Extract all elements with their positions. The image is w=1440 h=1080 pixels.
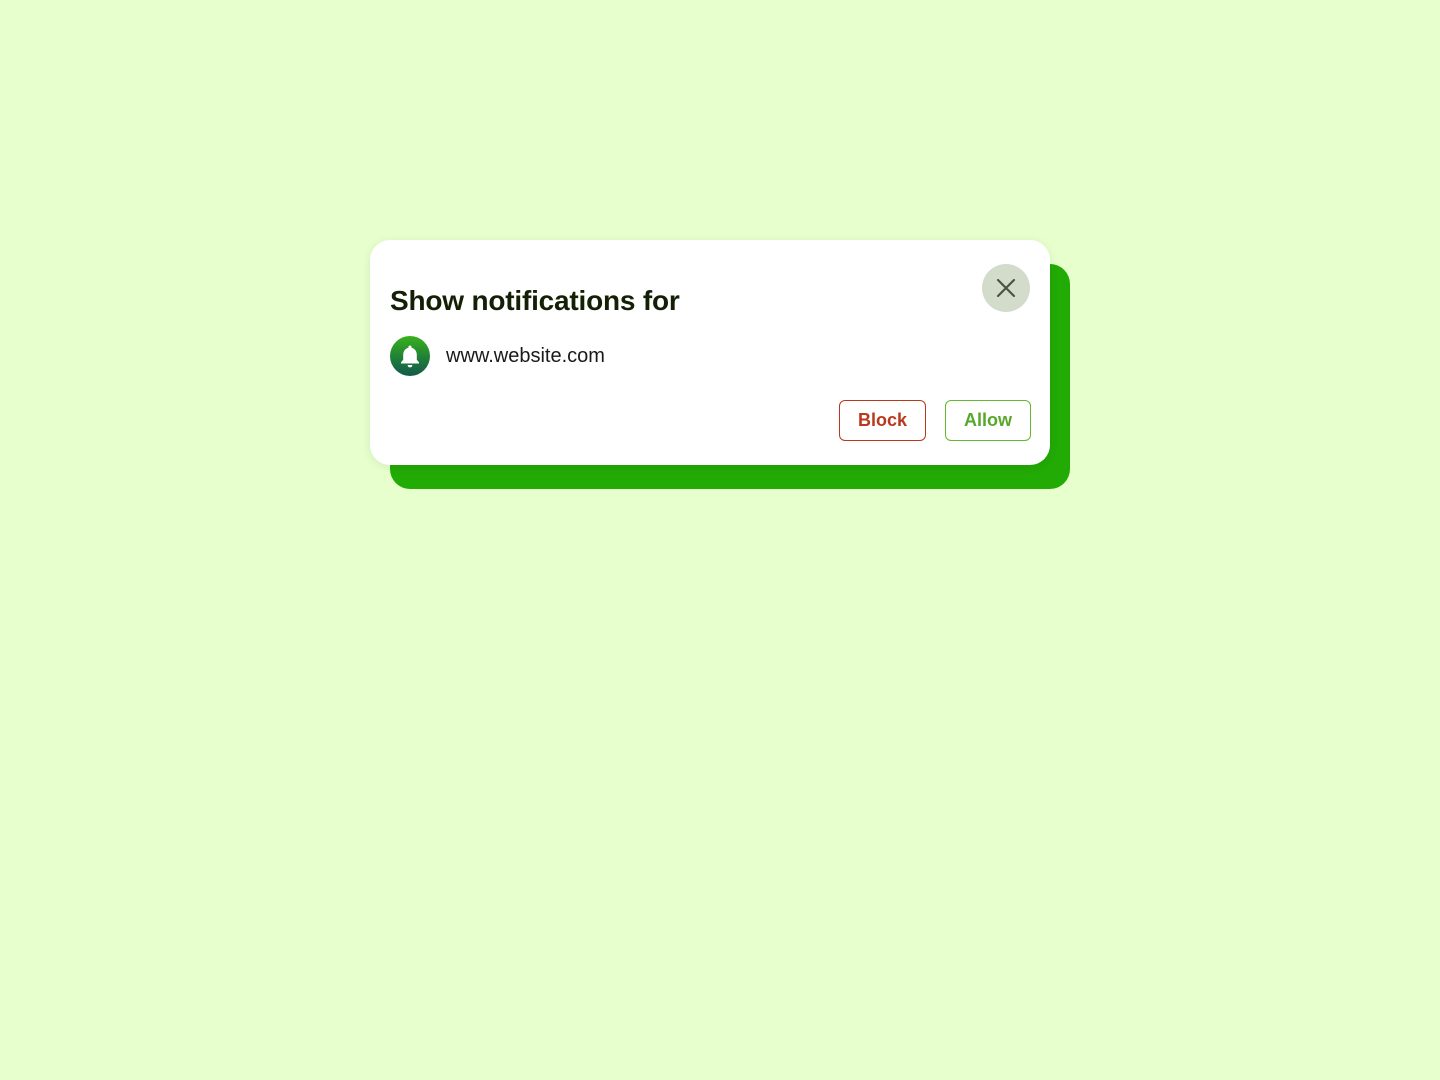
close-icon xyxy=(996,278,1016,298)
notification-permission-dialog: Show notifications for www.website.com B… xyxy=(370,240,1050,465)
close-button[interactable] xyxy=(982,264,1030,312)
block-button[interactable]: Block xyxy=(839,400,926,441)
site-url: www.website.com xyxy=(446,344,605,367)
page: Show notifications for www.website.com B… xyxy=(0,0,1440,1080)
site-icon xyxy=(390,336,430,376)
bell-icon xyxy=(401,345,419,368)
dialog-title: Show notifications for xyxy=(390,285,680,316)
allow-button[interactable]: Allow xyxy=(945,400,1031,441)
site-row: www.website.com xyxy=(390,336,605,376)
